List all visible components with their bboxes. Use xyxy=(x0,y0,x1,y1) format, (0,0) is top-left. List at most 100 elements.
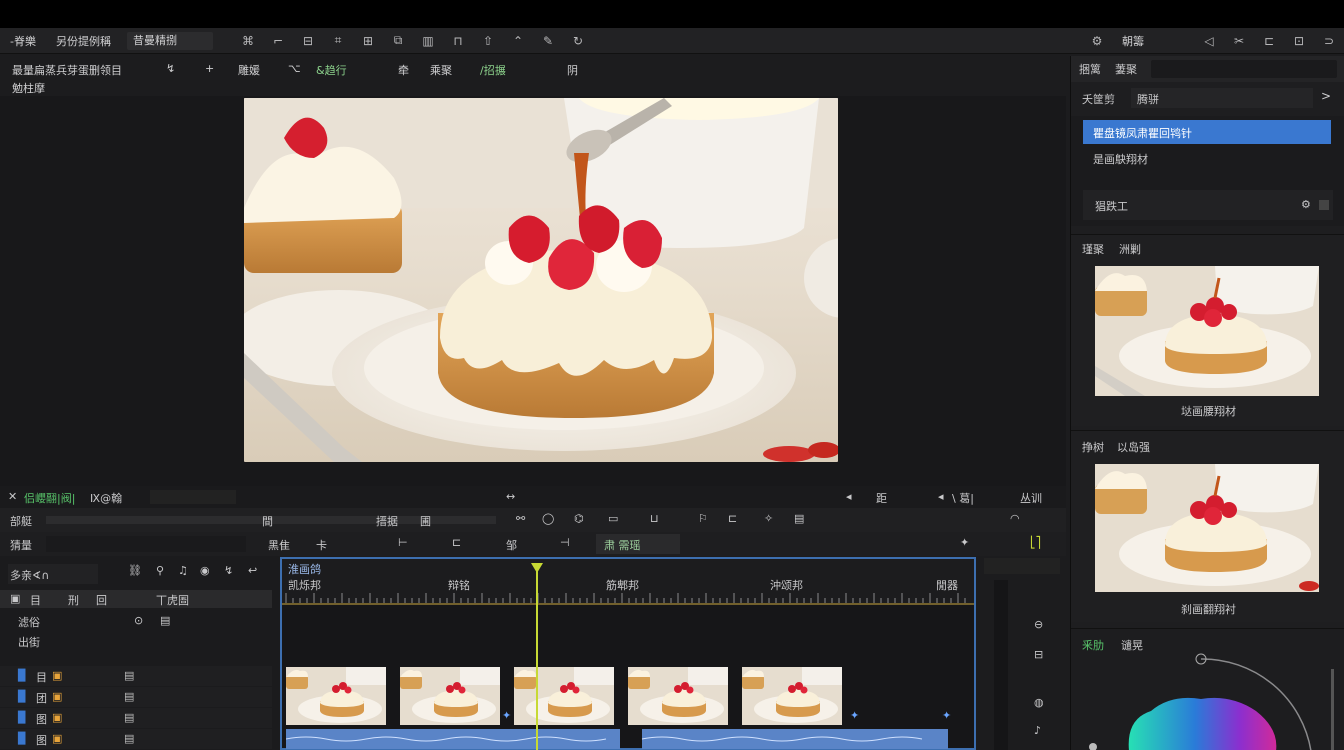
preview2-thumbnail[interactable] xyxy=(1095,464,1319,592)
link-icon[interactable]: ⚯ xyxy=(516,512,525,525)
line-icon[interactable]: ⌐ xyxy=(263,34,293,48)
menu-item-2[interactable]: 另份提例稱 xyxy=(46,33,121,49)
track-row[interactable]: ▉ 团 ▣ ▤ xyxy=(0,687,272,707)
video-clip-thumbnail[interactable] xyxy=(514,667,614,725)
side-audio-icon[interactable]: ♪ xyxy=(1034,724,1041,737)
dropdown-select[interactable]: 腾骈 xyxy=(1131,88,1313,108)
track-row[interactable]: ▉ 图 ▣ ▤ xyxy=(0,708,272,728)
timeline[interactable]: 淮画鸽 凯烁邦 辩铭 筋郫邦 沖颂邦 閒器 ✦ ✦ ✦ xyxy=(280,557,976,750)
mute-icon[interactable]: ↯ xyxy=(224,564,233,577)
split-icon[interactable]: ⊣ xyxy=(560,536,570,549)
bookmark-icon[interactable]: ⊡ xyxy=(1284,34,1314,48)
bucket-icon[interactable]: ⊔ xyxy=(650,512,659,525)
keyframe-icon[interactable]: ✦ xyxy=(850,709,859,722)
side-trash-icon[interactable]: ⊟ xyxy=(1034,648,1043,661)
track-row[interactable]: ▉ 图 ▣ ▤ xyxy=(0,729,272,749)
star-icon[interactable]: ✧ xyxy=(764,512,773,525)
plus-icon[interactable]: + xyxy=(205,62,214,75)
tab-inspector-2[interactable]: 萋聚 xyxy=(1115,61,1137,77)
crop-icon[interactable]: ⊟ xyxy=(293,34,323,48)
in-out-icon[interactable]: ⎣⎤ xyxy=(1030,536,1041,549)
timeline-ruler[interactable]: 淮画鸽 凯烁邦 辩铭 筋郫邦 沖颂邦 閒器 xyxy=(282,559,974,605)
layout-icon[interactable]: ▥ xyxy=(413,34,443,48)
caret-up-icon[interactable]: ⌃ xyxy=(503,34,533,48)
refresh-icon[interactable]: ↻ xyxy=(563,34,593,48)
timecode-field[interactable] xyxy=(150,490,236,504)
box-icon[interactable]: ▭ xyxy=(608,512,618,525)
marker-icon[interactable]: ⊓ xyxy=(443,34,473,48)
playhead[interactable] xyxy=(536,567,538,750)
chevron-right-icon[interactable]: > xyxy=(1321,89,1331,103)
rewind-icon[interactable]: ◂ xyxy=(938,490,944,503)
viewer-option-f[interactable]: 阴 xyxy=(567,62,578,78)
list-item-selected[interactable]: 瞿盘镜凤肃瞿回鸨针 xyxy=(1083,120,1331,144)
audio-icon[interactable]: ♫ xyxy=(178,564,188,577)
pin-icon[interactable]: ✦ xyxy=(960,536,969,549)
track-toggle-icon[interactable]: ⊙ xyxy=(134,614,143,627)
preview2-tab-b[interactable]: 以岛强 xyxy=(1117,439,1150,455)
close-icon[interactable]: ✕ xyxy=(8,490,17,503)
inspector-search[interactable] xyxy=(1151,60,1337,78)
preview2-tab-a[interactable]: 挣树 xyxy=(1082,439,1104,455)
frame-icon[interactable]: ⧉ xyxy=(383,33,413,48)
video-clip-thumbnail[interactable] xyxy=(742,667,842,725)
flag-icon[interactable]: ⚐ xyxy=(698,512,708,525)
track-search[interactable] xyxy=(46,536,246,552)
track-row[interactable]: ▉ 目 ▣ ▤ xyxy=(0,666,272,686)
viewer-option-c[interactable]: 牵 xyxy=(398,62,409,78)
tray-icon[interactable]: ⊏ xyxy=(728,512,737,525)
track-mode-toggle[interactable]: 肃 需瑶 xyxy=(596,534,680,554)
tool-icon-1[interactable]: ↯ xyxy=(166,62,175,75)
list-item[interactable]: 是画鴃翔材 xyxy=(1083,148,1331,168)
transform-icon[interactable]: ⊞ xyxy=(353,34,383,48)
expand-icon[interactable]: ↔ xyxy=(506,490,515,503)
side-field[interactable] xyxy=(984,558,1060,574)
side-speaker-icon[interactable]: ◍ xyxy=(1034,696,1044,709)
link-track-icon[interactable]: ⚲ xyxy=(156,564,164,577)
snap-icon[interactable]: ⌬ xyxy=(574,512,584,525)
viewer-option-b[interactable]: &趋行 xyxy=(316,62,347,78)
viewer-option-d[interactable]: 乘聚 xyxy=(430,62,452,78)
active-mode[interactable]: 侣巊翮|阀| xyxy=(24,490,75,506)
settings-icon[interactable]: ⚙ xyxy=(1082,34,1112,48)
preview1-thumbnail[interactable] xyxy=(1095,266,1319,396)
viewer-option-e[interactable]: /招搌 xyxy=(480,62,506,78)
keyframe-icon[interactable]: ✦ xyxy=(502,709,511,722)
video-clip-thumbnail[interactable] xyxy=(400,667,500,725)
video-clip-thumbnail[interactable] xyxy=(286,667,386,725)
viewer-option-a[interactable]: 雕媛 xyxy=(238,62,260,78)
speaker-icon[interactable]: ◠ xyxy=(1010,512,1020,525)
razor-icon[interactable]: ◯ xyxy=(542,512,554,525)
eye-icon[interactable]: ◉ xyxy=(200,564,210,577)
pen-icon[interactable]: ✎ xyxy=(533,34,563,48)
ctrl-right-label-1: 距 xyxy=(876,492,887,505)
tab-inspector-1[interactable]: 捆篱 xyxy=(1079,61,1101,77)
snap-track-icon[interactable]: ↩ xyxy=(248,564,257,577)
hook-icon[interactable]: ⊏ xyxy=(1254,34,1284,48)
color-scope[interactable] xyxy=(1071,649,1344,750)
menu-item-1[interactable]: -脊樂 xyxy=(0,33,46,49)
track-lock-icon[interactable]: ▤ xyxy=(160,614,170,627)
keyframe-icon[interactable]: ✦ xyxy=(942,709,951,722)
overwrite-icon[interactable]: ⊏ xyxy=(452,536,461,549)
cursor-icon[interactable]: ◁ xyxy=(1194,34,1224,48)
upload-icon[interactable]: ⇧ xyxy=(473,34,503,48)
lock-icon[interactable]: ⛓ xyxy=(128,564,142,577)
insert-icon[interactable]: ⊢ xyxy=(398,536,408,549)
menu-dropdown[interactable]: 昔曼精捌 xyxy=(126,31,213,50)
side-scrollbar[interactable] xyxy=(994,580,1008,750)
filter-icon[interactable]: ⌥ xyxy=(288,62,301,75)
playhead-marker-icon[interactable] xyxy=(531,563,543,573)
preview1-tab-b[interactable]: 洲剿 xyxy=(1119,241,1141,257)
grid-icon[interactable]: ⌗ xyxy=(323,33,353,48)
prev-icon[interactable]: ◂ xyxy=(846,490,852,503)
brush-icon[interactable]: ⌘ xyxy=(233,34,263,48)
trim-icon[interactable]: ⊃ xyxy=(1314,34,1344,48)
toggle-icon[interactable]: ⚙ xyxy=(1301,198,1311,211)
stack-icon[interactable]: ▤ xyxy=(794,512,804,525)
side-tool-icon[interactable]: ⊖ xyxy=(1034,618,1043,631)
video-clip-thumbnail[interactable] xyxy=(628,667,728,725)
track-search-field[interactable]: 多亲∢∩ xyxy=(8,564,98,584)
blade-icon[interactable]: ✂ xyxy=(1224,34,1254,48)
preview1-tab-a[interactable]: 瑾聚 xyxy=(1082,241,1104,257)
